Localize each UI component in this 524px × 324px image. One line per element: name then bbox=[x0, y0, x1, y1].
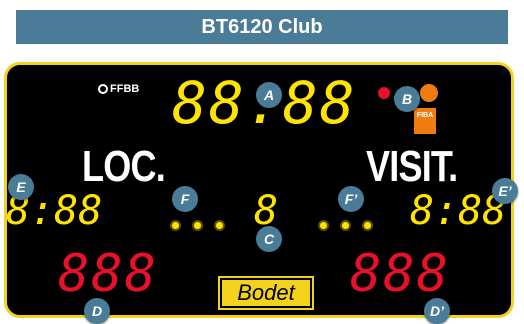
home-foul-indicator bbox=[172, 222, 179, 229]
home-score: 888 bbox=[58, 244, 158, 304]
ffbb-ring-icon bbox=[98, 84, 108, 94]
home-team-label: LOC. bbox=[82, 142, 166, 191]
callout-e-prime: E’ bbox=[492, 178, 518, 204]
period-display: 8 bbox=[254, 188, 279, 234]
guest-foul-indicator bbox=[342, 222, 349, 229]
guest-score: 888 bbox=[350, 244, 450, 304]
bodet-logo: Bodet bbox=[220, 278, 312, 308]
home-foul-indicator bbox=[194, 222, 201, 229]
basketball-icon bbox=[420, 84, 438, 102]
guest-foul-indicator bbox=[364, 222, 371, 229]
page-title: BT6120 Club bbox=[16, 10, 508, 44]
callout-e: E bbox=[8, 174, 34, 200]
ffbb-logo-text: FFBB bbox=[110, 83, 140, 95]
possession-dot bbox=[378, 87, 390, 99]
guest-team-label: VISIT. bbox=[366, 142, 458, 191]
callout-c: C bbox=[256, 226, 282, 252]
callout-f-prime: F’ bbox=[338, 186, 364, 212]
home-foul-indicator bbox=[216, 222, 223, 229]
callout-d-prime: D’ bbox=[424, 298, 450, 324]
guest-timer: 8:88 bbox=[410, 188, 507, 234]
fiba-badge: FIBA bbox=[414, 108, 436, 134]
callout-b: B bbox=[394, 86, 420, 112]
guest-foul-indicator bbox=[320, 222, 327, 229]
callout-d: D bbox=[84, 298, 110, 324]
ffbb-logo: FFBB bbox=[98, 83, 139, 95]
callout-a: A bbox=[256, 82, 282, 108]
callout-f: F bbox=[172, 186, 198, 212]
